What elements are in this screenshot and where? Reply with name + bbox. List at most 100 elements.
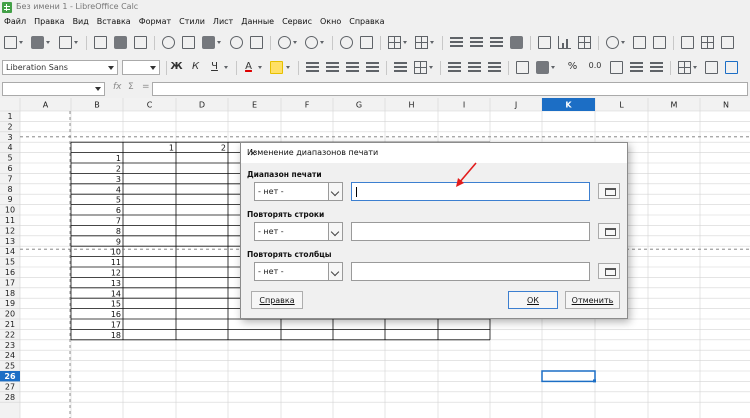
menu-file[interactable]: Файл <box>0 15 30 30</box>
undo-dropdown-icon[interactable] <box>293 41 297 44</box>
menu-styles[interactable]: Стили <box>175 15 209 30</box>
repeat-rows-select[interactable]: - нет - <box>254 222 343 241</box>
align-center-icon[interactable] <box>326 61 339 74</box>
hyperlink-icon[interactable] <box>633 36 646 49</box>
undo-icon[interactable] <box>278 36 291 49</box>
sort-descending-icon[interactable] <box>490 36 503 49</box>
highlight-color-icon[interactable] <box>270 61 283 74</box>
menu-tools[interactable]: Сервис <box>278 15 316 30</box>
menu-edit[interactable]: Правка <box>30 15 68 30</box>
cut-icon[interactable] <box>162 36 175 49</box>
borders-dropdown-icon[interactable] <box>693 66 697 69</box>
italic-button[interactable]: К <box>189 61 202 72</box>
pivot-table-icon[interactable] <box>578 36 591 49</box>
number-format-icon[interactable] <box>536 61 549 74</box>
special-character-icon[interactable] <box>606 36 619 49</box>
insert-chart-icon[interactable] <box>558 36 571 49</box>
font-color-button[interactable]: A <box>242 61 255 72</box>
name-box-dropdown-icon[interactable] <box>95 87 101 91</box>
paste-icon[interactable] <box>202 36 215 49</box>
define-print-area-icon[interactable] <box>701 36 714 49</box>
chevron-down-icon[interactable] <box>328 263 342 280</box>
border-color-icon[interactable] <box>725 61 738 74</box>
font-name-dropdown-icon[interactable] <box>108 66 114 70</box>
menu-data[interactable]: Данные <box>237 15 278 30</box>
underline-button[interactable]: Ч <box>208 61 221 72</box>
borders-icon[interactable] <box>678 61 691 74</box>
save-dropdown-icon[interactable] <box>74 41 78 44</box>
headers-footers-icon[interactable] <box>681 36 694 49</box>
font-size-dropdown-icon[interactable] <box>150 66 156 70</box>
justify-icon[interactable] <box>366 61 379 74</box>
paste-dropdown-icon[interactable] <box>217 41 221 44</box>
save-icon[interactable] <box>59 36 72 49</box>
align-bottom-icon[interactable] <box>488 61 501 74</box>
menu-sheet[interactable]: Лист <box>209 15 237 30</box>
copy-icon[interactable] <box>182 36 195 49</box>
highlight-dropdown-icon[interactable] <box>286 66 290 69</box>
menu-format[interactable]: Формат <box>135 15 175 30</box>
align-left-icon[interactable] <box>306 61 319 74</box>
wrap-text-icon[interactable] <box>394 61 407 74</box>
column-icon[interactable] <box>415 36 428 49</box>
align-right-icon[interactable] <box>346 61 359 74</box>
open-dropdown-icon[interactable] <box>46 41 50 44</box>
percent-button[interactable]: % <box>566 61 579 72</box>
name-box[interactable] <box>2 82 105 96</box>
equals-button[interactable]: = <box>142 82 150 92</box>
print-range-select[interactable]: - нет - <box>254 182 343 201</box>
comment-icon[interactable] <box>653 36 666 49</box>
redo-dropdown-icon[interactable] <box>320 41 324 44</box>
print-range-input[interactable] <box>351 182 590 201</box>
print-icon[interactable] <box>114 36 127 49</box>
bold-button[interactable]: Ж <box>170 61 183 72</box>
row-dropdown-icon[interactable] <box>403 41 407 44</box>
help-button[interactable]: Справка <box>251 291 303 309</box>
align-top-icon[interactable] <box>448 61 461 74</box>
special-character-dropdown-icon[interactable] <box>621 41 625 44</box>
repeat-rows-input[interactable] <box>351 222 590 241</box>
menu-help[interactable]: Справка <box>345 15 388 30</box>
underline-dropdown-icon[interactable] <box>224 66 228 69</box>
open-folder-icon[interactable] <box>31 36 44 49</box>
font-color-dropdown-icon[interactable] <box>258 66 262 69</box>
menu-window[interactable]: Окно <box>316 15 345 30</box>
date-format-icon[interactable] <box>610 61 623 74</box>
export-pdf-icon[interactable] <box>94 36 107 49</box>
find-replace-icon[interactable] <box>340 36 353 49</box>
sort-ascending-icon[interactable] <box>470 36 483 49</box>
currency-icon[interactable] <box>516 61 529 74</box>
formula-input[interactable] <box>152 82 748 96</box>
clone-formatting-icon[interactable] <box>230 36 243 49</box>
repeat-rows-shrink-button[interactable] <box>598 223 620 239</box>
repeat-columns-select[interactable]: - нет - <box>254 262 343 281</box>
align-middle-icon[interactable] <box>468 61 481 74</box>
cancel-button[interactable]: Отменить <box>565 291 620 309</box>
redo-icon[interactable] <box>305 36 318 49</box>
column-dropdown-icon[interactable] <box>430 41 434 44</box>
menu-view[interactable]: Вид <box>69 15 93 30</box>
repeat-columns-input[interactable] <box>351 262 590 281</box>
delete-decimal-icon[interactable] <box>650 61 663 74</box>
row-icon[interactable] <box>388 36 401 49</box>
sum-button[interactable]: Σ <box>128 82 134 92</box>
font-name-combo[interactable]: Liberation Sans <box>2 60 118 75</box>
chevron-down-icon[interactable] <box>328 223 342 240</box>
close-icon[interactable]: ✕ <box>247 148 259 160</box>
print-range-shrink-button[interactable] <box>598 183 620 199</box>
active-cell-cursor[interactable] <box>541 370 596 383</box>
autofilter-icon[interactable] <box>510 36 523 49</box>
clear-formatting-icon[interactable] <box>250 36 263 49</box>
function-wizard-button[interactable]: fx <box>113 82 122 92</box>
merge-center-icon[interactable] <box>414 61 427 74</box>
font-size-combo[interactable] <box>122 60 160 75</box>
border-style-icon[interactable] <box>705 61 718 74</box>
decimal-button[interactable]: 0.0 <box>586 61 604 70</box>
print-preview-icon[interactable] <box>134 36 147 49</box>
new-document-icon[interactable] <box>4 36 17 49</box>
fill-handle[interactable] <box>593 379 596 383</box>
menu-insert[interactable]: Вставка <box>93 15 135 30</box>
freeze-rows-icon[interactable] <box>721 36 734 49</box>
spelling-icon[interactable] <box>360 36 373 49</box>
sort-icon[interactable] <box>450 36 463 49</box>
